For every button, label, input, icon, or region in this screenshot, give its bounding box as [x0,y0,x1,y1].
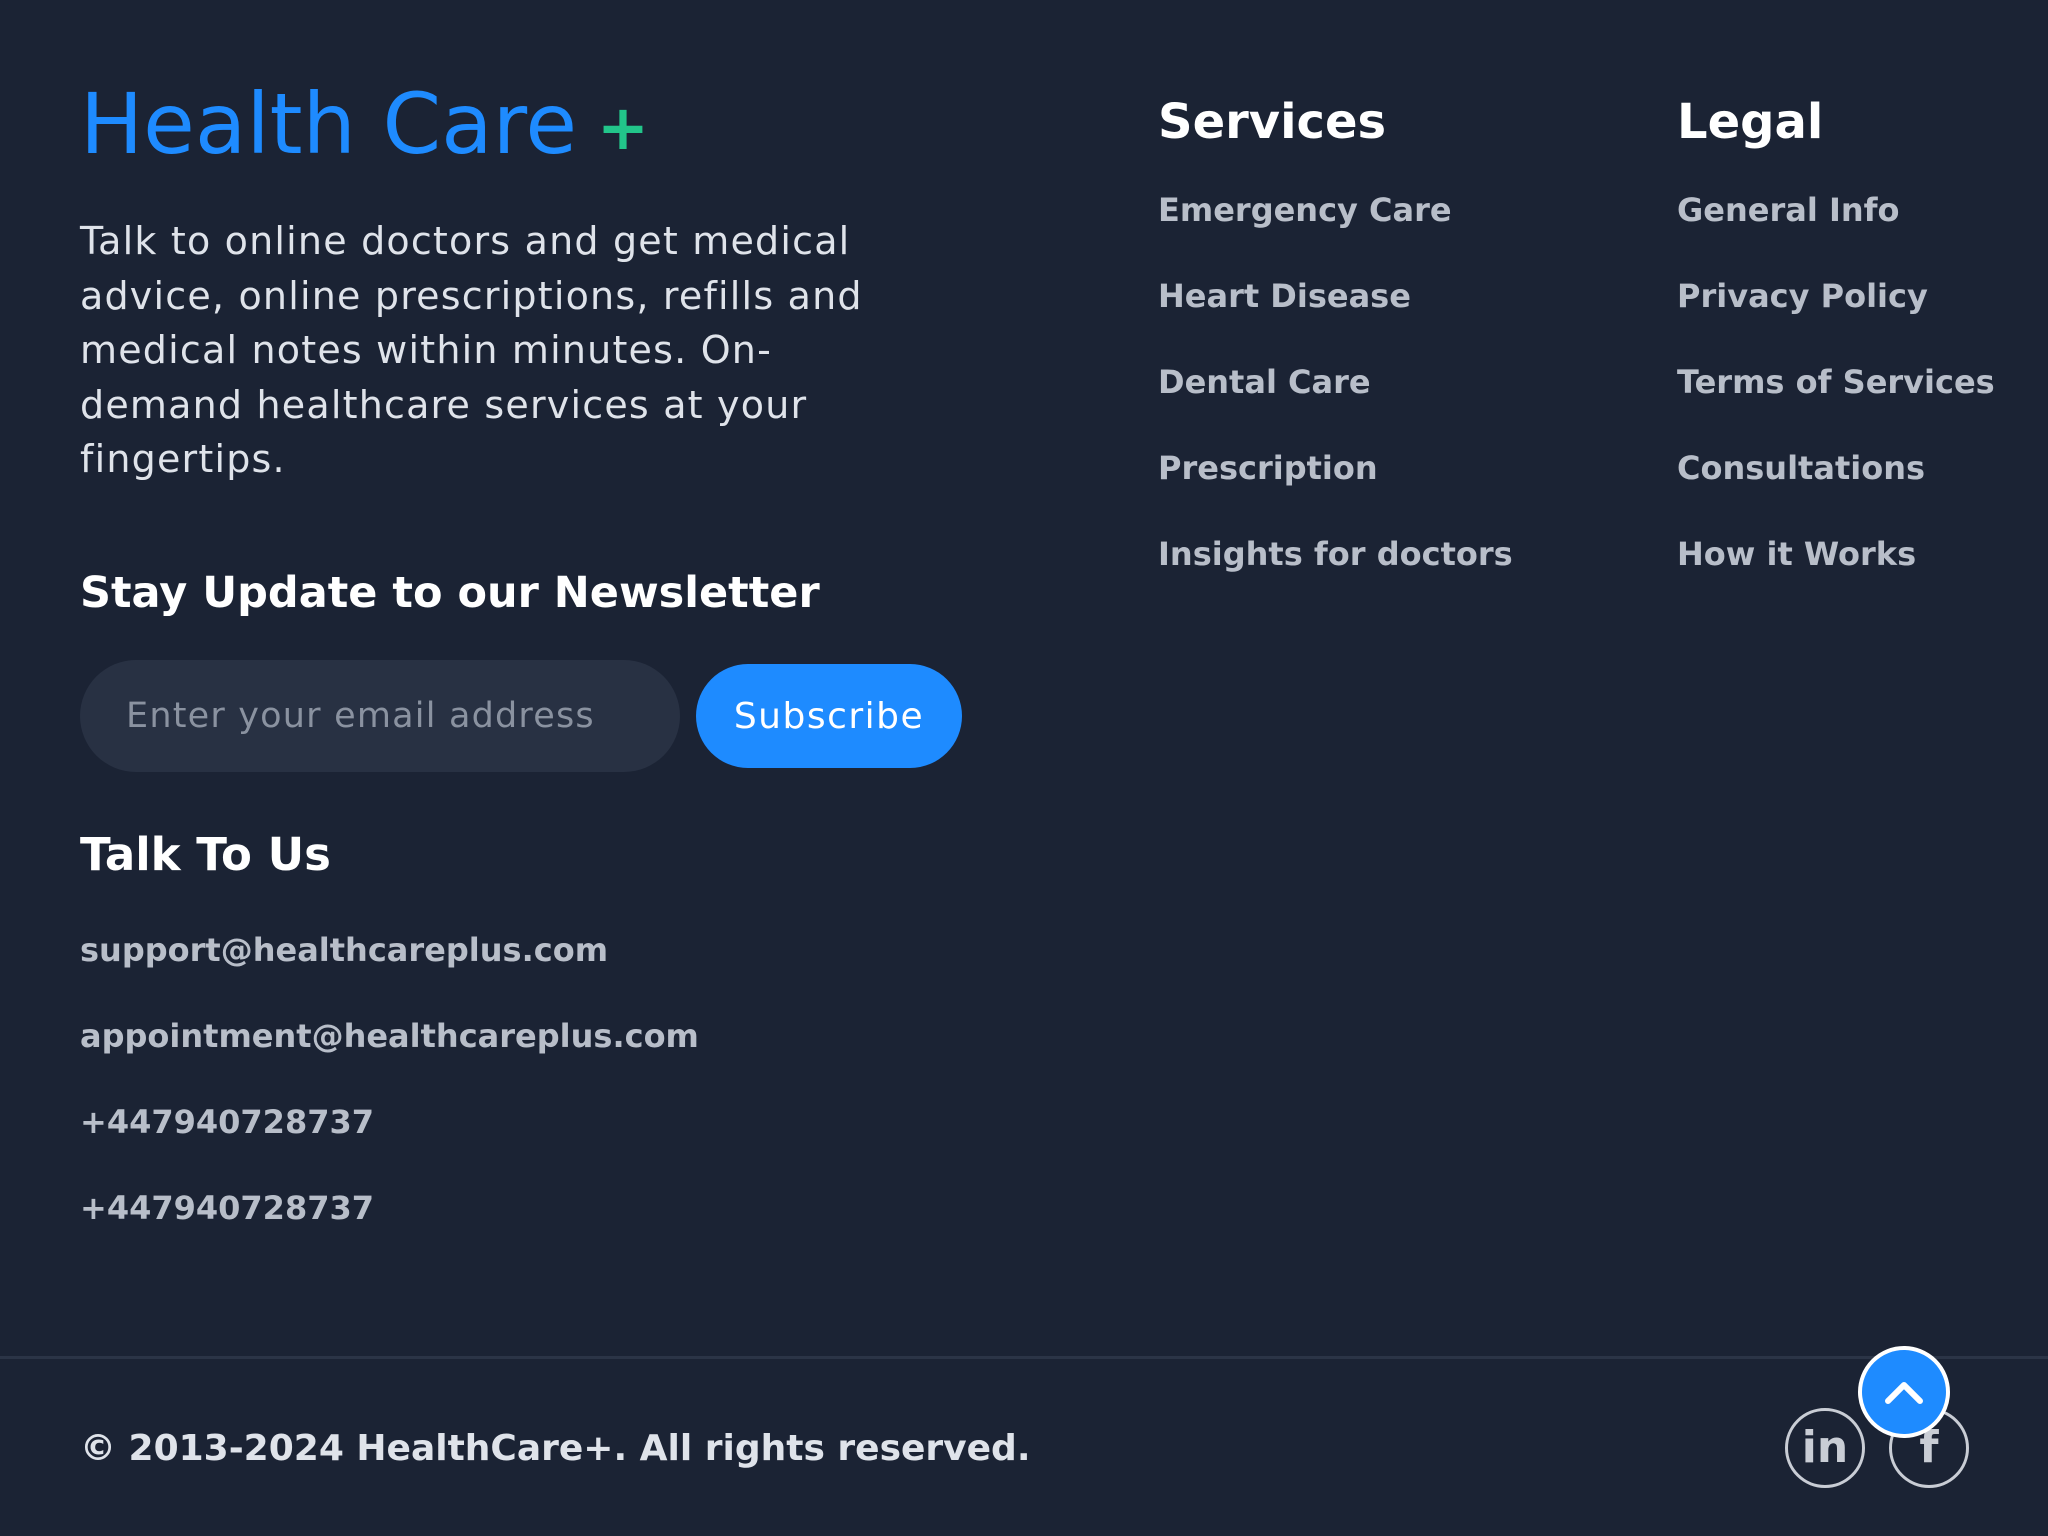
services-link-heart-disease[interactable]: Heart Disease [1158,274,1513,360]
brand-name: Health Care [80,75,578,173]
services-link-emergency-care[interactable]: Emergency Care [1158,188,1513,274]
contact-phone[interactable]: +447940728737 [80,1186,699,1272]
copyright-text: © 2013-2024 HealthCare+. All rights rese… [80,1428,1031,1469]
legal-list: General Info Privacy Policy Terms of Ser… [1677,188,1995,618]
newsletter-title: Stay Update to our Newsletter [80,568,820,618]
brand-logo[interactable]: Health Care + [80,74,649,178]
scroll-to-top-button[interactable] [1858,1346,1950,1438]
brand-plus-icon: + [597,91,649,164]
footer: Health Care + Talk to online doctors and … [0,0,2048,1536]
legal-link-privacy-policy[interactable]: Privacy Policy [1677,274,1995,360]
contact-list: support@healthcareplus.com appointment@h… [80,928,699,1272]
legal-title: Legal [1677,94,1824,150]
linkedin-button[interactable]: in [1785,1408,1865,1488]
talk-to-us-title: Talk To Us [80,828,331,881]
legal-link-how-it-works[interactable]: How it Works [1677,532,1995,618]
subscribe-button[interactable]: Subscribe [696,664,962,768]
tagline: Talk to online doctors and get medical a… [80,219,863,481]
services-list: Emergency Care Heart Disease Dental Care… [1158,188,1513,618]
services-title: Services [1158,94,1387,150]
legal-link-terms-of-services[interactable]: Terms of Services [1677,360,1995,446]
legal-link-general-info[interactable]: General Info [1677,188,1995,274]
contact-phone[interactable]: +447940728737 [80,1100,699,1186]
linkedin-icon: in [1801,1422,1849,1473]
legal-link-consultations[interactable]: Consultations [1677,446,1995,532]
services-link-insights-for-doctors[interactable]: Insights for doctors [1158,532,1513,618]
contact-email-support[interactable]: support@healthcareplus.com [80,928,699,1014]
services-link-prescription[interactable]: Prescription [1158,446,1513,532]
services-link-dental-care[interactable]: Dental Care [1158,360,1513,446]
footer-divider [0,1356,2048,1359]
chevron-up-icon [1885,1382,1923,1404]
services-column: Services Emergency Care Heart Disease De… [1158,92,1513,618]
legal-column: Legal General Info Privacy Policy Terms … [1677,92,1995,618]
email-input[interactable] [80,660,680,772]
contact-email-appointment[interactable]: appointment@healthcareplus.com [80,1014,699,1100]
